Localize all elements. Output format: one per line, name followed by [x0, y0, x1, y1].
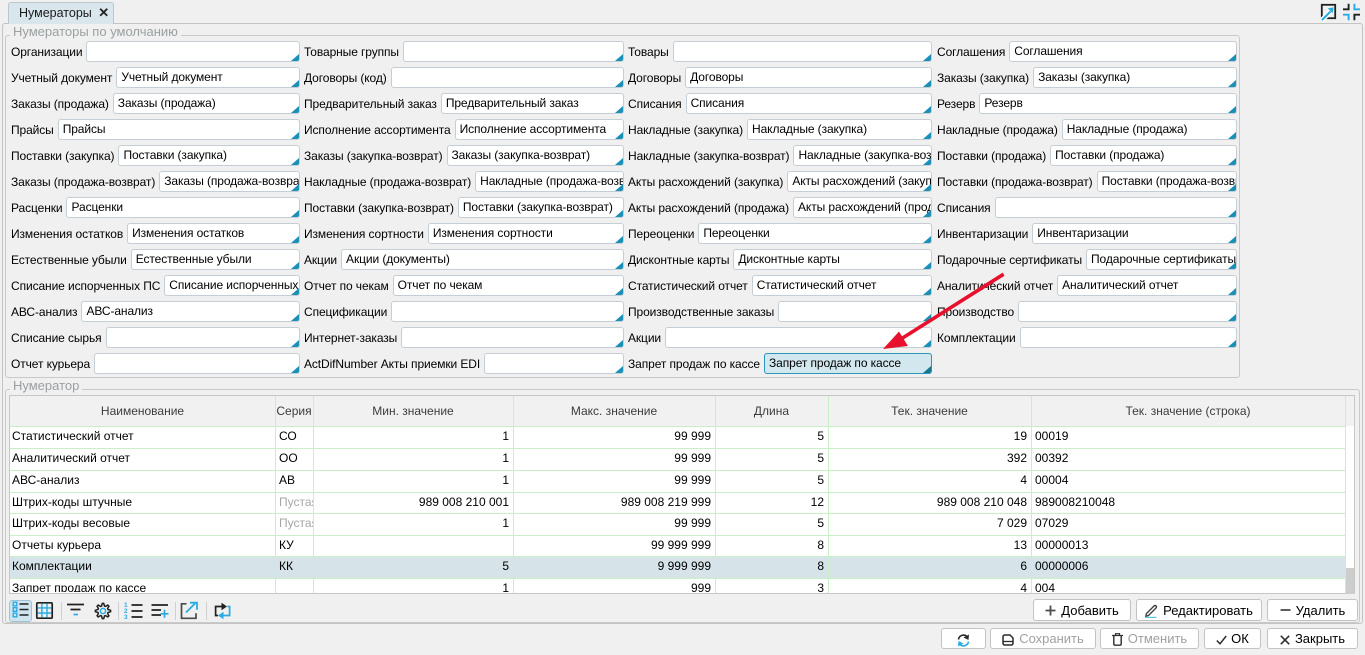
- svg-text:3: 3: [124, 614, 128, 621]
